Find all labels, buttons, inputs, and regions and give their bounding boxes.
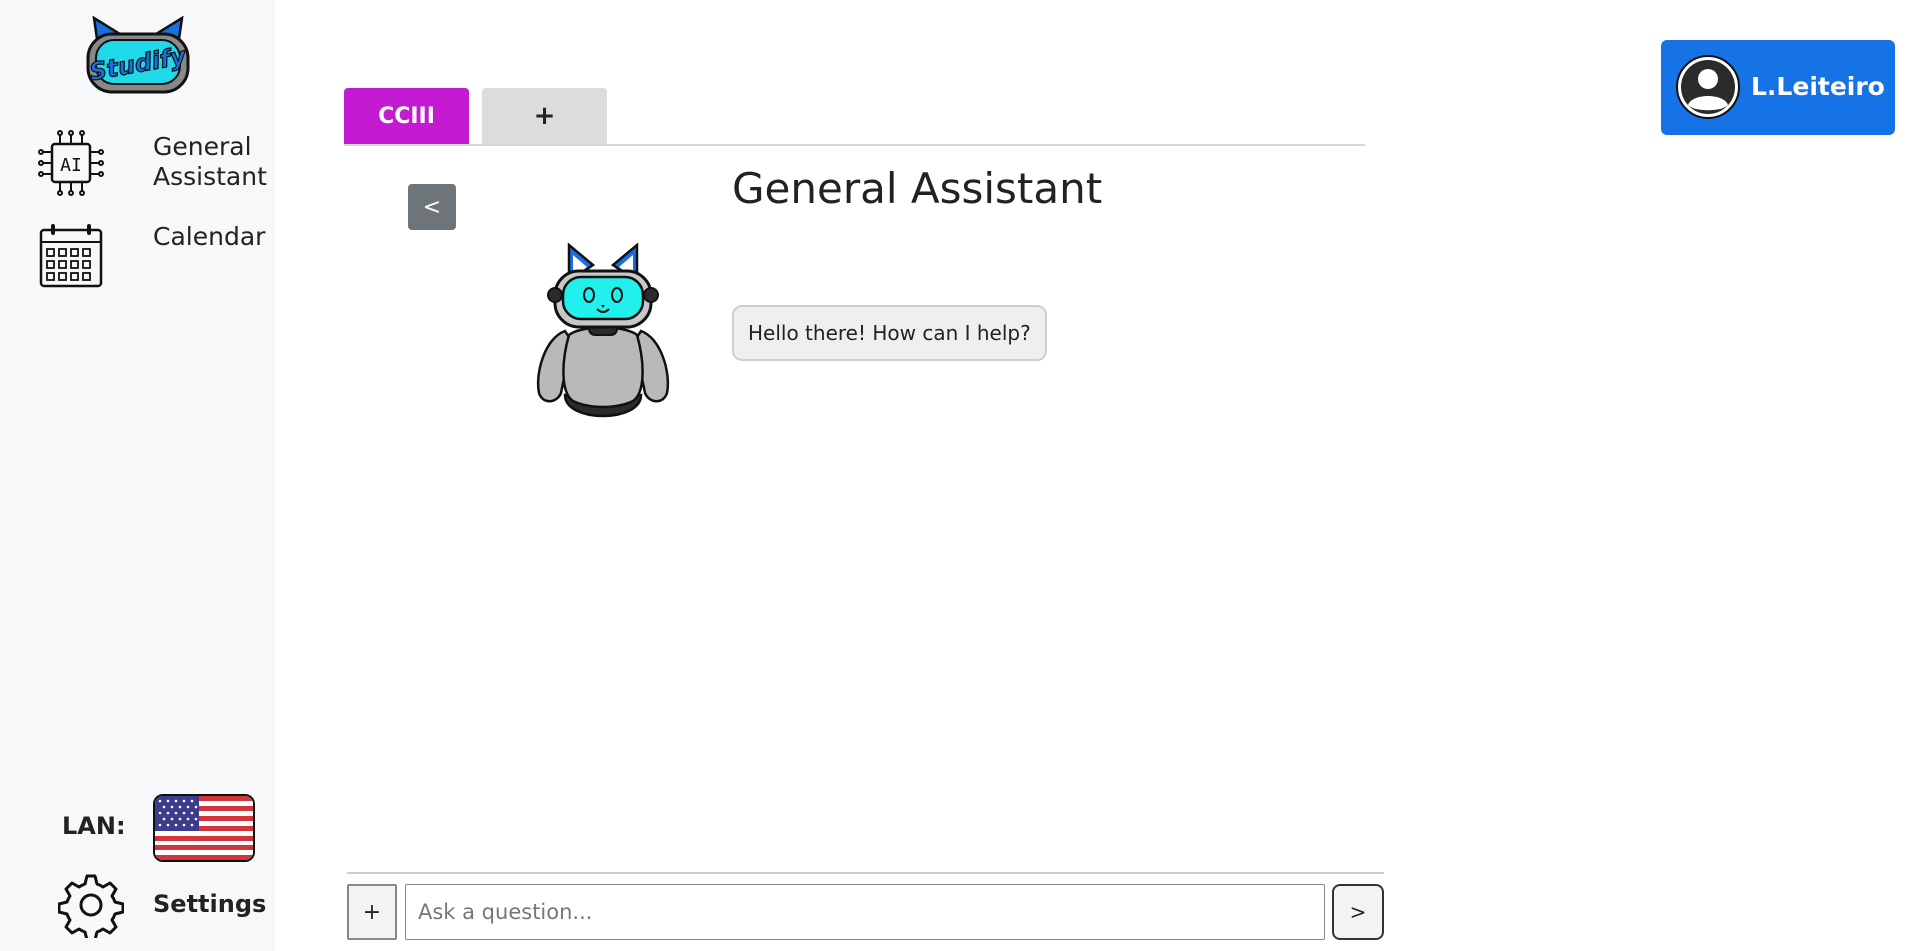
user-name: L.Leiteiro: [1751, 72, 1885, 101]
input-divider: [347, 872, 1384, 874]
tab-cciii[interactable]: CCIII: [344, 88, 469, 144]
back-button[interactable]: <: [408, 184, 456, 230]
sidebar-item-label: Calendar: [153, 222, 266, 251]
us-flag-icon[interactable]: [153, 794, 255, 862]
language-label: LAN:: [62, 812, 126, 840]
svg-text:AI: AI: [60, 155, 82, 176]
sidebar: Studify AI General Assistant Calendar LA…: [0, 0, 275, 951]
sidebar-item-general-assistant[interactable]: AI General Assistant: [38, 130, 267, 196]
question-input[interactable]: [405, 884, 1325, 940]
sidebar-item-label: General Assistant: [153, 132, 267, 191]
settings-button[interactable]: Settings: [57, 872, 266, 942]
page-title: General Assistant: [732, 164, 1103, 213]
gear-icon: [57, 872, 125, 942]
send-button[interactable]: >: [1332, 884, 1384, 940]
user-avatar-icon: [1676, 55, 1740, 119]
studify-logo-icon[interactable]: Studify: [84, 15, 192, 96]
sidebar-item-calendar[interactable]: Calendar: [38, 222, 265, 288]
user-profile-button[interactable]: L.Leiteiro: [1661, 40, 1895, 135]
add-tab-button[interactable]: +: [482, 88, 607, 144]
robot-cat-mascot-icon: [535, 242, 671, 428]
ai-chip-icon: AI: [38, 130, 104, 196]
tab-bar: CCIII +: [344, 88, 1365, 146]
assistant-message-bubble: Hello there! How can I help?: [732, 305, 1047, 361]
attach-button[interactable]: +: [347, 884, 397, 940]
settings-label: Settings: [153, 890, 267, 918]
calendar-icon: [38, 222, 104, 288]
